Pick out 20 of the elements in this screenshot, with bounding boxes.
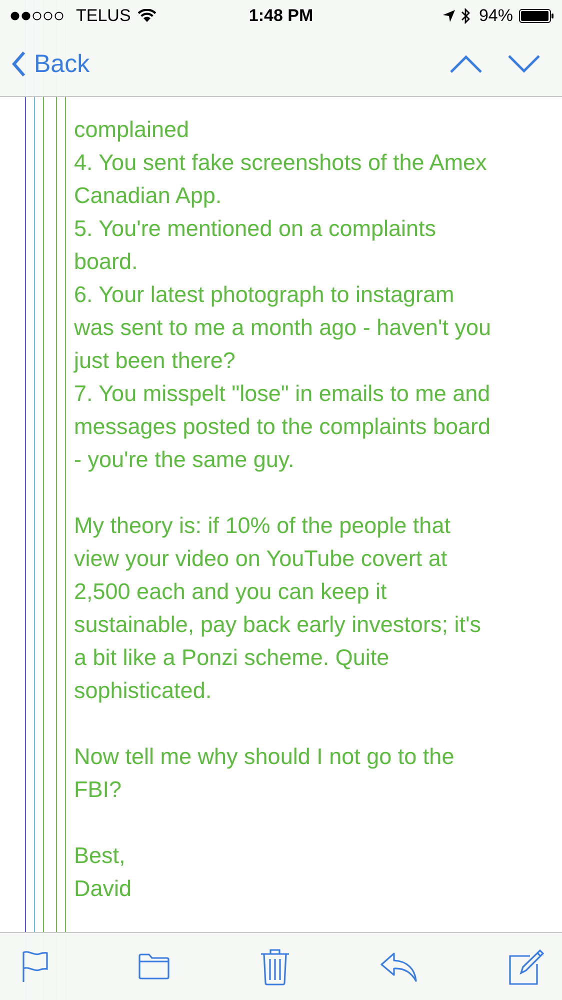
compose-icon[interactable] xyxy=(508,948,544,984)
chevron-left-icon xyxy=(12,51,26,77)
back-button[interactable]: Back xyxy=(12,50,90,78)
message-paragraph: Now tell me why should I not go to the FBI? xyxy=(74,743,456,804)
battery-percent: 94% xyxy=(478,6,513,26)
message-paragraph: Best, David xyxy=(74,842,133,903)
chevron-down-icon[interactable] xyxy=(508,55,540,73)
trash-icon[interactable] xyxy=(260,948,290,986)
flag-icon[interactable] xyxy=(22,951,48,982)
message-paragraph: My theory is: if 10% of the people that view your video on YouTube covert at 2,500 each and you can keep it sustainable, pay back early investors; it's a bit like a Ponzi scheme. Quite sophisticated. xyxy=(74,512,482,705)
bluetooth-icon xyxy=(460,8,471,24)
wifi-icon xyxy=(136,9,157,23)
clock-time: 1:48 PM xyxy=(248,6,314,26)
chevron-up-icon[interactable] xyxy=(450,55,482,73)
carrier-name: TELUS xyxy=(76,6,131,26)
reply-icon[interactable] xyxy=(380,952,418,982)
battery-icon xyxy=(519,9,554,23)
location-arrow-icon xyxy=(442,10,455,22)
message-paragraph: complained 4. You sent fake screenshots of the Amex Canadian App. 5. You're mentioned on a complaints board. 6. Your latest photograph to instagram was sent to me a month ago - haven't you just been there? 7. You misspelt "lose" in emails to me and messages posted to the complaints board - you're the same guy. xyxy=(74,116,492,474)
folder-icon[interactable] xyxy=(138,953,170,980)
